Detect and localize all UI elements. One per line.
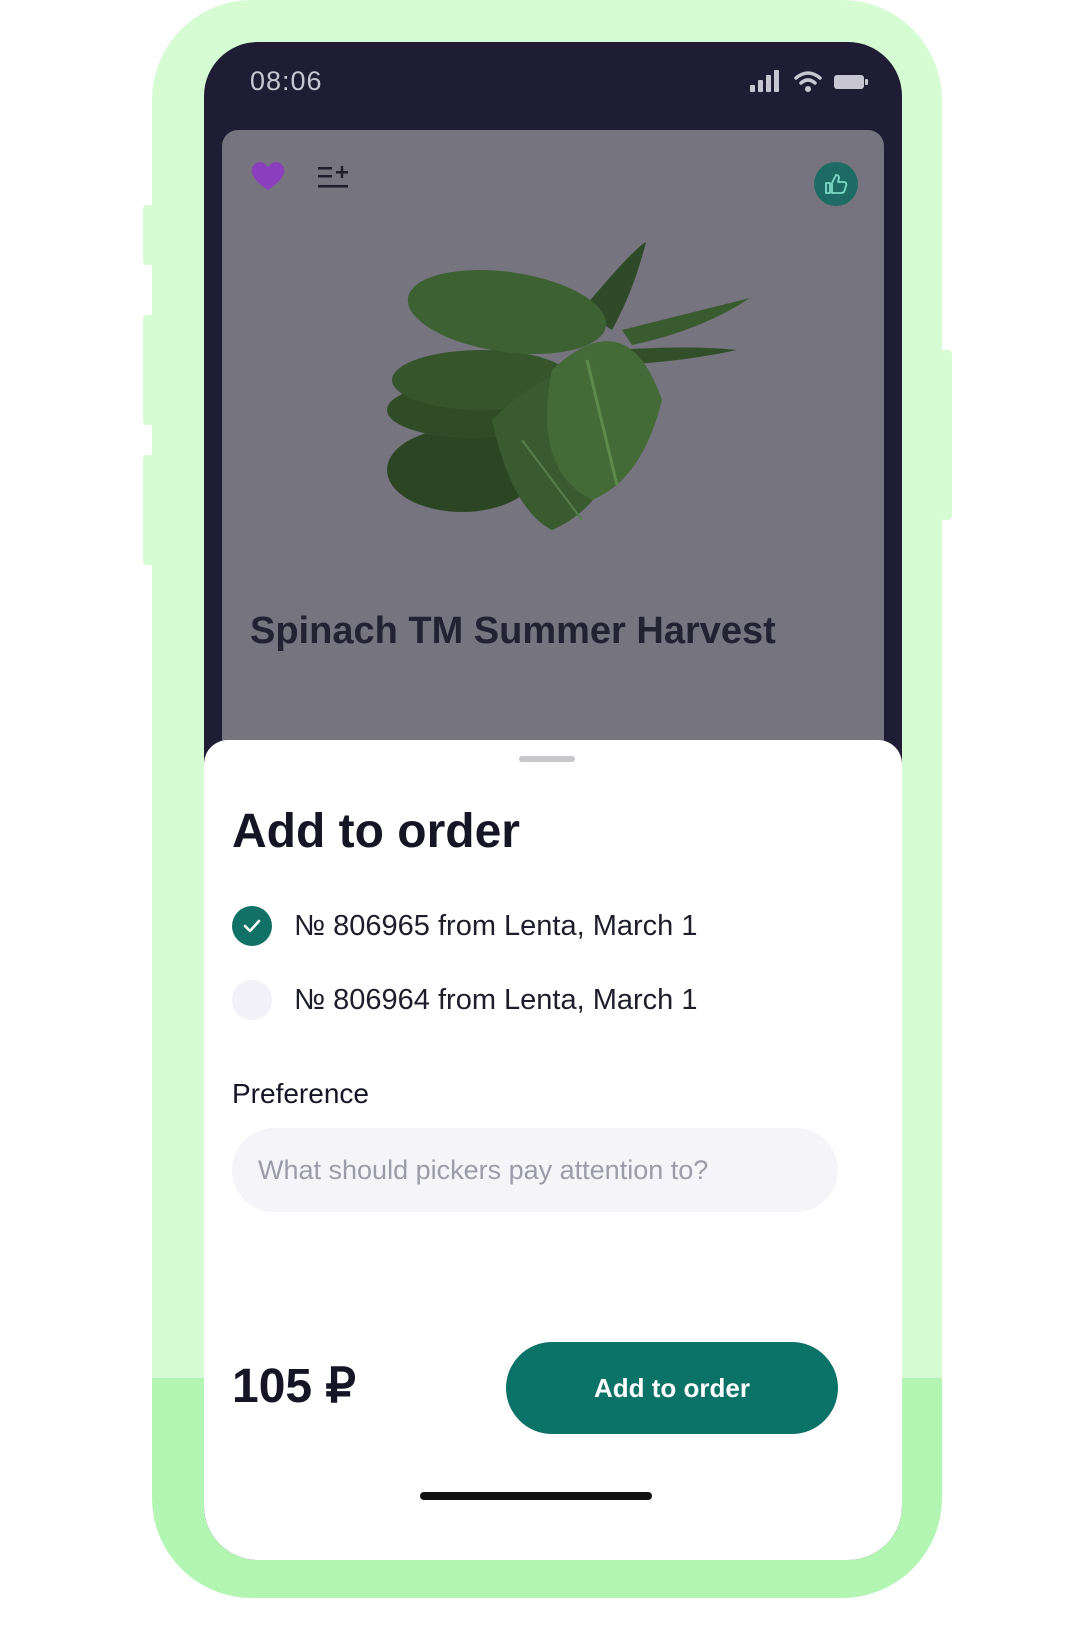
side-button — [940, 350, 952, 520]
signal-icon — [750, 70, 779, 92]
spinach-image — [387, 242, 750, 530]
product-title: Spinach TM Summer Harvest — [250, 610, 776, 652]
status-time: 08:06 — [250, 66, 323, 96]
add-to-order-sheet: Add to order № 806965 from Lenta, March … — [204, 740, 902, 1560]
battery-icon — [834, 75, 868, 89]
preference-label: Preference — [232, 1078, 369, 1109]
phone-screen: 08:06 Spinach TM Summer Harvest Add to o… — [204, 42, 902, 1560]
order-option[interactable]: № 806965 from Lenta, March 1 — [232, 906, 698, 946]
side-button — [143, 315, 155, 425]
order-option[interactable]: № 806964 from Lenta, March 1 — [232, 980, 698, 1020]
product-actions — [250, 160, 350, 192]
wifi-icon — [794, 71, 822, 92]
thumbs-up-icon — [825, 174, 848, 194]
sheet-grabber[interactable] — [519, 756, 575, 762]
sheet-title: Add to order — [232, 805, 520, 858]
checkmark-icon — [243, 919, 261, 933]
order-label: № 806964 from Lenta, March 1 — [294, 983, 698, 1016]
radio-checked[interactable] — [232, 906, 272, 946]
side-button — [143, 205, 155, 265]
status-icons — [750, 70, 868, 92]
list-add-icon[interactable] — [316, 161, 350, 191]
status-bar: 08:06 — [204, 42, 902, 132]
home-indicator — [420, 1492, 652, 1500]
preference-input[interactable] — [232, 1128, 838, 1212]
price: 105 ₽ — [232, 1360, 356, 1413]
order-label: № 806965 from Lenta, March 1 — [294, 909, 698, 942]
like-button[interactable] — [814, 162, 858, 206]
product-card: Spinach TM Summer Harvest — [222, 130, 884, 830]
heart-icon[interactable] — [250, 160, 286, 192]
radio-unchecked[interactable] — [232, 980, 272, 1020]
add-to-order-button[interactable]: Add to order — [506, 1342, 838, 1434]
side-button — [143, 455, 155, 565]
